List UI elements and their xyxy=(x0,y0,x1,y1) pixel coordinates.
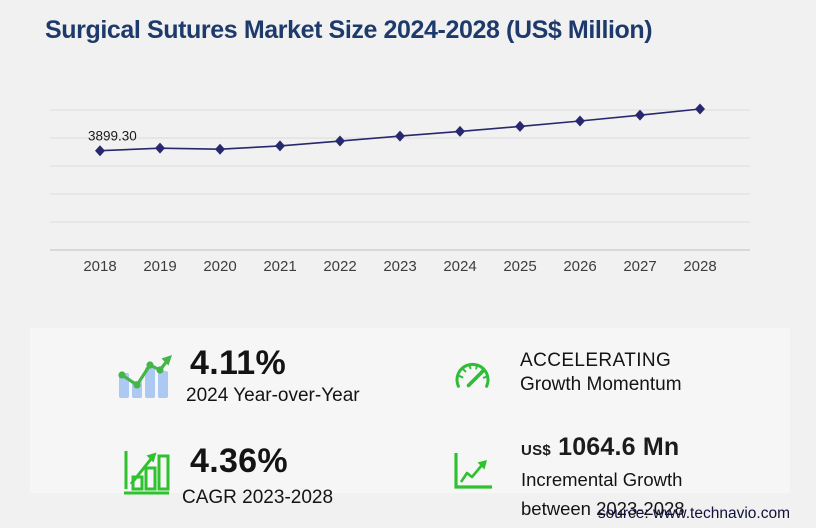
svg-text:2019: 2019 xyxy=(143,258,176,275)
incremental-line1: Incremental Growth xyxy=(521,469,683,490)
stat-yoy: 4.11% 2024 Year-over-Year xyxy=(186,346,360,407)
chart-area: 3899.30 2018 2019 2020 2021 2022 2023 2024 2025 2… xyxy=(40,95,760,285)
cagr-value: 4.36% xyxy=(190,442,288,480)
svg-text:2026: 2026 xyxy=(563,258,596,275)
yoy-label: 2024 Year-over-Year xyxy=(186,385,360,406)
svg-text:2022: 2022 xyxy=(323,258,356,275)
svg-text:2025: 2025 xyxy=(503,258,536,275)
svg-text:2024: 2024 xyxy=(443,258,476,275)
momentum-line2: Growth Momentum xyxy=(520,374,682,395)
momentum-line1: ACCELERATING xyxy=(520,350,672,371)
svg-text:2023: 2023 xyxy=(383,258,416,275)
incremental-value: 1064.6 Mn xyxy=(558,433,680,461)
growth-bars-icon xyxy=(124,451,170,495)
stat-cagr: 4.36% CAGR 2023-2028 xyxy=(182,444,333,509)
page-title: Surgical Sutures Market Size 2024-2028 (… xyxy=(45,16,653,44)
svg-text:3899.30: 3899.30 xyxy=(88,129,137,144)
market-line-chart: 3899.30 2018 2019 2020 2021 2022 2023 2024 2025 2… xyxy=(50,103,750,275)
svg-text:2028: 2028 xyxy=(683,258,716,275)
svg-text:2020: 2020 xyxy=(203,258,236,275)
line-growth-icon xyxy=(454,453,492,489)
speedometer-icon xyxy=(455,362,490,388)
stat-momentum: ACCELERATING Growth Momentum xyxy=(520,349,682,397)
cagr-label: CAGR 2023-2028 xyxy=(182,487,334,508)
svg-text:2018: 2018 xyxy=(83,258,116,275)
bar-chart-trend-icon xyxy=(118,355,172,398)
source-attribution: source: www.technavio.com xyxy=(597,505,790,522)
incremental-value-line: US$ 1064.6 Mn xyxy=(521,433,685,462)
currency-label: US$ xyxy=(521,442,552,459)
svg-text:2021: 2021 xyxy=(263,258,296,275)
svg-text:2027: 2027 xyxy=(623,258,656,275)
yoy-value: 4.11% xyxy=(190,344,287,382)
